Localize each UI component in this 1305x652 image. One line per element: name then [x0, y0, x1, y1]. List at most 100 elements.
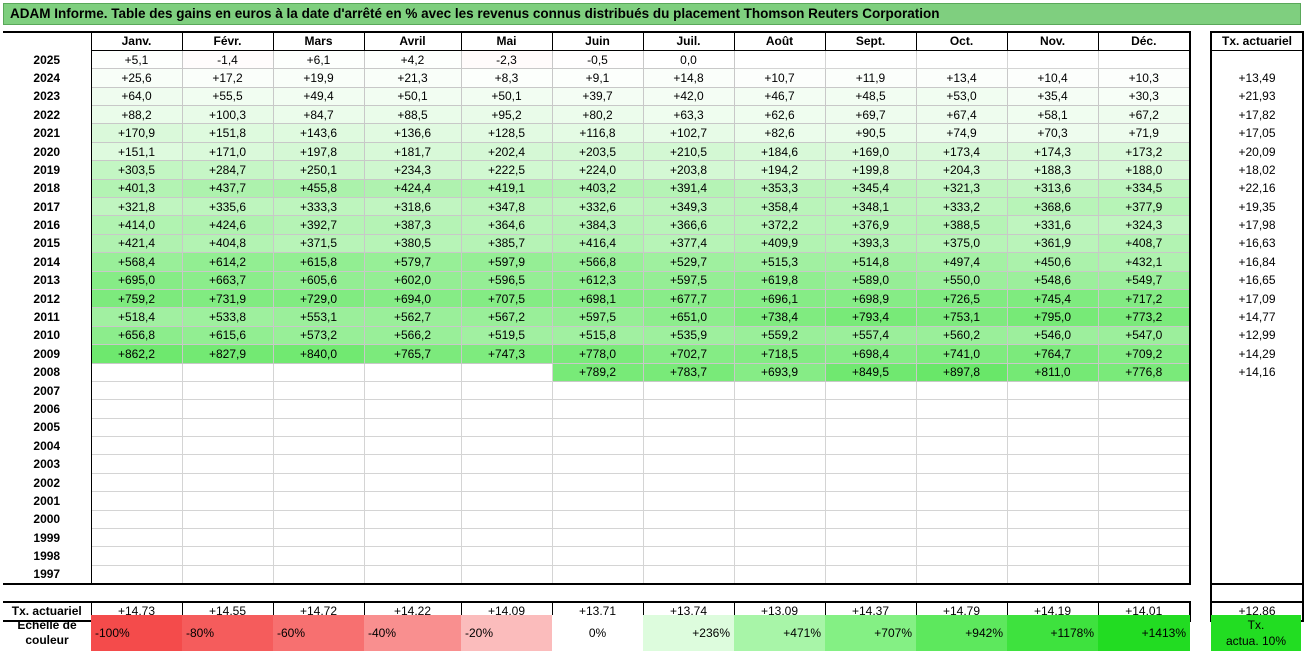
gain-cell: +849,5 — [824, 362, 917, 382]
rate-row — [1210, 50, 1304, 69]
gain-cell: +224,0 — [551, 160, 644, 180]
table-row: 1997 — [3, 564, 1191, 585]
gain-cell — [642, 436, 735, 456]
month-header-12: Déc. — [1097, 32, 1191, 51]
gain-cell: +88,2 — [90, 105, 183, 125]
gain-cell — [363, 380, 462, 401]
gain-cell: +184,6 — [733, 141, 826, 162]
gain-cell: +234,3 — [363, 160, 462, 180]
month-header-row: Janv. Févr. Mars Avril Mai Juin Juil. Août Sept.… — [3, 32, 1191, 51]
gain-cell: +897,8 — [915, 362, 1008, 382]
rate-row: +16,84 — [1210, 252, 1304, 272]
gain-cell — [642, 564, 735, 585]
gain-cell: +747,3 — [460, 344, 553, 364]
rate-row — [1210, 510, 1304, 529]
gain-cell — [733, 49, 826, 70]
table-row: 2009 +862,2 +827,9 +840,0 +765,7 +747,3 +778,0… — [3, 344, 1191, 364]
gain-cell: +204,3 — [915, 160, 1008, 180]
gain-cell: +793,4 — [824, 307, 917, 327]
gain-cell: +597,9 — [460, 252, 553, 272]
table-row: 2002 — [3, 472, 1191, 493]
gain-cell: +862,2 — [90, 344, 183, 364]
gain-cell: +557,4 — [824, 325, 917, 346]
table-row: 2014 +568,4 +614,2 +615,8 +579,7 +597,9 +566,8… — [3, 252, 1191, 272]
gain-cell: +424,6 — [181, 215, 274, 235]
gain-cell — [642, 546, 735, 566]
year-label: 2020 — [3, 142, 92, 161]
legend-step: -40% — [364, 615, 461, 651]
gain-cell — [272, 436, 365, 456]
gain-cell: -0,5 — [551, 49, 644, 70]
gain-cell — [642, 454, 735, 474]
table-row: 2024 +25,6 +17,2 +19,9 +21,3 +8,3 +9,1 +14,8 +10… — [3, 68, 1191, 88]
gain-cell: +408,7 — [1097, 233, 1191, 254]
gain-cell — [1097, 564, 1191, 585]
gain-cell: +391,4 — [642, 178, 735, 199]
gain-cell: +535,9 — [642, 325, 735, 346]
gain-cell — [90, 436, 183, 456]
gain-cell: +696,1 — [733, 288, 826, 309]
gain-cell — [733, 454, 826, 474]
table-row: 2004 — [3, 436, 1191, 456]
gain-cell: +765,7 — [363, 344, 462, 364]
gain-cell: +698,1 — [551, 288, 644, 309]
month-header-1: Janv. — [90, 32, 182, 51]
gain-cell: +49,4 — [272, 86, 365, 107]
gain-cell — [460, 564, 553, 585]
table-row: 2022 +88,2 +100,3 +84,7 +88,5 +95,2 +80,2 +63,3… — [3, 105, 1191, 125]
gain-cell — [90, 417, 183, 438]
gain-cell — [272, 472, 365, 493]
year-label: 2012 — [3, 289, 92, 308]
table-row: 2025 +5,1 -1,4 +6,1 +4,2 -2,3 -0,5 0,0 — [3, 49, 1191, 70]
year-label: 2001 — [3, 491, 92, 511]
gain-cell: +102,7 — [642, 123, 735, 143]
gain-cell — [460, 399, 553, 419]
color-scale-legend: Echelle de couleur -100% -80% -60% -40% -20%… — [3, 615, 1190, 651]
gain-cell: +188,0 — [1097, 160, 1191, 180]
year-label: 1997 — [3, 565, 92, 584]
gain-cell — [824, 399, 917, 419]
gain-cell — [272, 546, 365, 566]
gain-cell: +324,3 — [1097, 215, 1191, 235]
rate-row: +16,63 — [1210, 234, 1304, 253]
gain-cell — [1097, 417, 1191, 438]
gain-cell: +553,1 — [272, 307, 365, 327]
legend-rate-line2: actua. 10% — [1225, 634, 1287, 648]
gain-cell — [642, 417, 735, 438]
year-label: 2017 — [3, 197, 92, 216]
gain-cell: +5,1 — [90, 49, 183, 70]
gain-cell: +401,3 — [90, 178, 183, 199]
gain-cell — [363, 417, 462, 438]
gain-cell — [733, 380, 826, 401]
rate-row: +14,16 — [1210, 363, 1304, 382]
gain-cell — [733, 417, 826, 438]
gain-cell: +421,4 — [90, 233, 183, 254]
gain-cell: +21,3 — [363, 68, 462, 88]
gain-cell: +368,6 — [1006, 197, 1099, 217]
table-row: 2005 — [3, 417, 1191, 438]
table-row: 2007 — [3, 380, 1191, 401]
gain-cell: +694,0 — [363, 288, 462, 309]
month-header-9: Sept. — [824, 32, 916, 51]
gain-cell — [272, 380, 365, 401]
month-header-4: Avril — [363, 32, 461, 51]
gain-cell — [915, 472, 1008, 493]
gain-cell: +100,3 — [181, 105, 274, 125]
gain-cell — [1006, 564, 1099, 585]
gain-cell: +174,3 — [1006, 141, 1099, 162]
table-row: 2017 +321,8 +335,6 +333,3 +318,6 +347,8 +332,6… — [3, 197, 1191, 217]
gain-cell — [181, 564, 274, 585]
gain-cell: +62,6 — [733, 105, 826, 125]
gain-cell: +321,3 — [915, 178, 1008, 199]
gain-cell: +349,3 — [642, 197, 735, 217]
gain-cell: +173,2 — [1097, 141, 1191, 162]
gain-cell: +10,4 — [1006, 68, 1099, 88]
gain-cell — [824, 472, 917, 493]
rate-cell: +16,65 — [1210, 271, 1304, 290]
gain-cell — [551, 454, 644, 474]
gain-cell — [1097, 454, 1191, 474]
gain-cell: +151,8 — [181, 123, 274, 143]
gain-cell: +88,5 — [363, 105, 462, 125]
gain-cell: +562,7 — [363, 307, 462, 327]
year-label: 2002 — [3, 473, 92, 492]
